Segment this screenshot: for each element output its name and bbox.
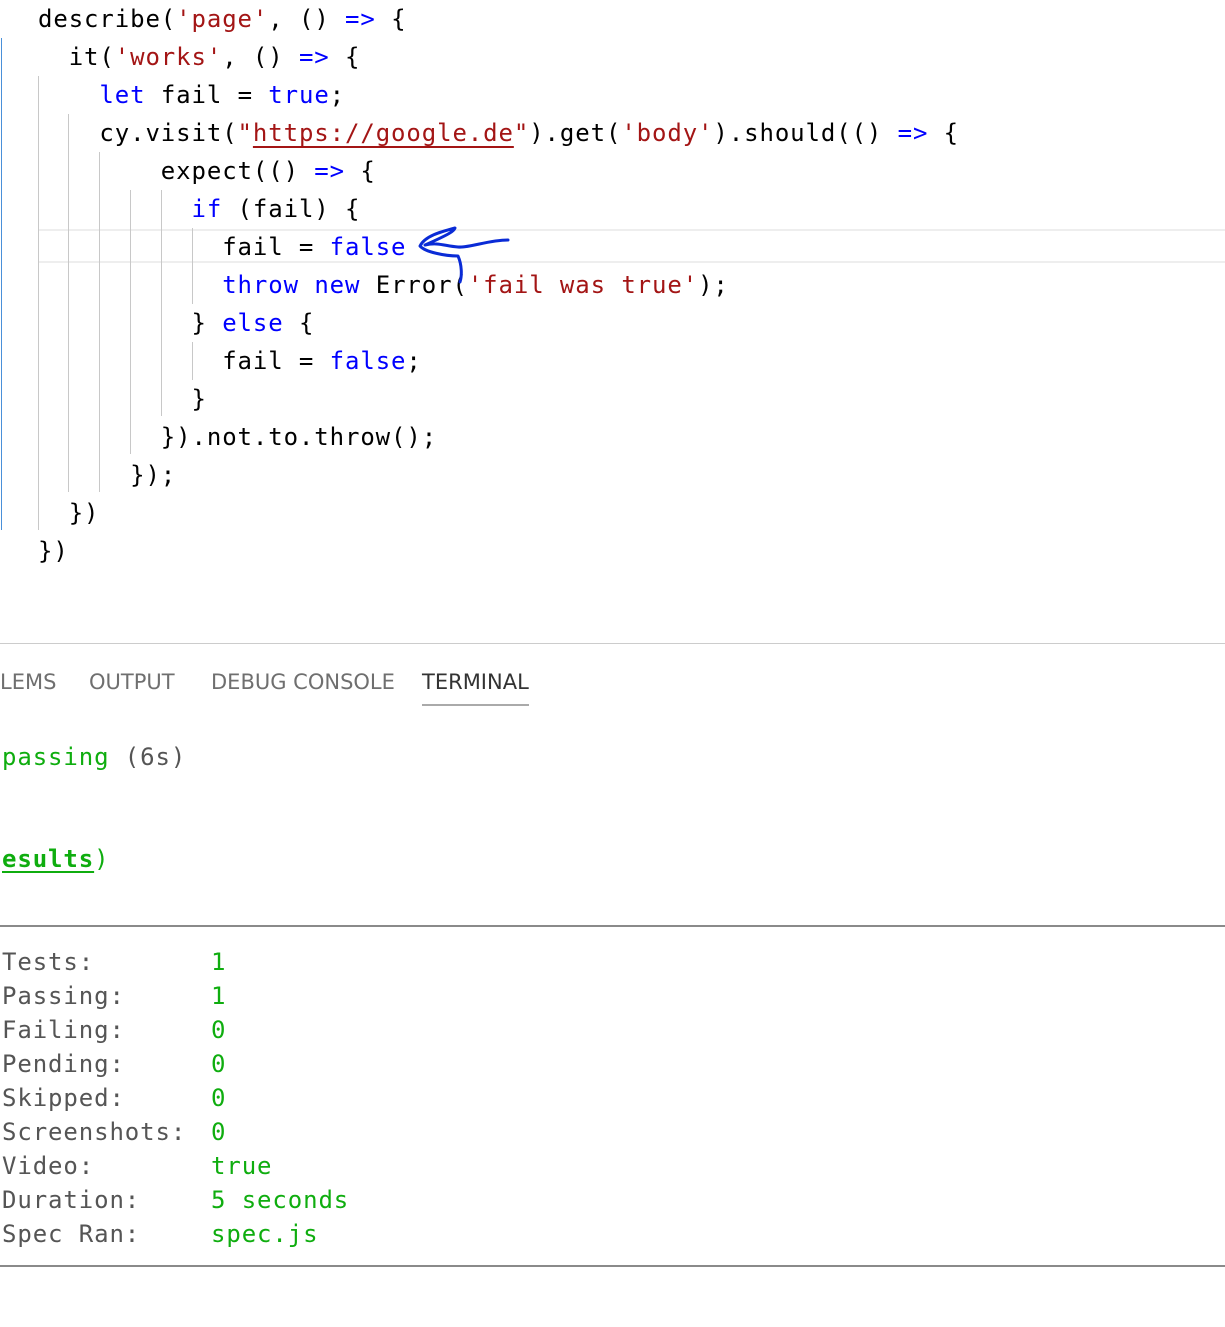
stat-value: 0 (211, 1084, 227, 1112)
code-text: } (38, 385, 207, 413)
code-line: throw new Error('fail was true'); (38, 266, 729, 304)
code-text: , () (268, 5, 346, 33)
tab-terminal[interactable]: TERMINAL (422, 660, 529, 706)
stat-label: Failing: (2, 1016, 125, 1044)
results-link[interactable]: esults (2, 845, 94, 873)
panel-divider (0, 643, 1225, 644)
code-text: ; (329, 81, 346, 109)
code-text: fail = (38, 233, 330, 261)
code-text: }); (38, 461, 177, 489)
code-text: ); (698, 271, 729, 299)
code-keyword: else (222, 309, 284, 337)
results-close-paren: ) (94, 845, 110, 873)
code-text: it( (38, 43, 115, 71)
code-text: fail = (145, 81, 269, 109)
code-text: , () (222, 43, 299, 71)
code-string: 'works' (114, 43, 223, 71)
code-line: }).not.to.throw(); (38, 418, 437, 456)
stat-value: 1 (211, 948, 227, 976)
code-keyword: true (268, 81, 330, 109)
code-line: if (fail) { (38, 190, 360, 228)
terminal-output[interactable]: passing (6s) esults) Tests: 1 Passing: 1 Fai… (0, 730, 1225, 1327)
tab-debug-console[interactable]: DEBUG CONSOLE (211, 660, 395, 704)
code-string: " (237, 119, 253, 147)
code-line: }) (38, 494, 99, 532)
code-line: it('works', () => { (38, 38, 360, 76)
code-text: expect(() (38, 157, 315, 185)
stat-value: spec.js (211, 1220, 319, 1248)
stats-bottom-rule (0, 1265, 1225, 1267)
code-keyword: => (345, 5, 376, 33)
code-text: }).not.to.throw(); (38, 423, 438, 451)
code-keyword: => (314, 157, 345, 185)
code-text: (fail) { (222, 195, 361, 223)
code-keyword: let (99, 81, 146, 109)
results-line: esults) (2, 842, 109, 876)
code-string: 'page' (176, 5, 269, 33)
code-line: cy.visit("https://google.de").get('body'… (38, 114, 959, 152)
stat-label: Pending: (2, 1050, 125, 1078)
stat-value: 0 (211, 1016, 227, 1044)
code-editor[interactable]: describe('page', () => { it('works', () … (0, 0, 1225, 600)
tab-problems[interactable]: LEMS (0, 660, 56, 704)
code-text: { (283, 309, 315, 337)
code-text: }) (38, 537, 69, 565)
stat-label: Skipped: (2, 1084, 125, 1112)
code-line: expect(() => { (38, 152, 376, 190)
stat-value: true (211, 1152, 273, 1180)
code-string: 'body' (621, 119, 714, 147)
code-string: " (513, 119, 530, 147)
code-text: { (375, 5, 407, 33)
code-keyword: => (897, 119, 929, 147)
tab-output[interactable]: OUTPUT (89, 660, 175, 704)
stat-value: 1 (211, 982, 227, 1010)
passing-summary: passing (6s) (2, 740, 186, 774)
stat-label: Passing: (2, 982, 125, 1010)
code-text: } (38, 309, 223, 337)
code-line: } (38, 380, 207, 418)
stat-value: 0 (211, 1050, 227, 1078)
code-keyword: new (314, 271, 361, 299)
code-text: { (345, 157, 376, 185)
code-line: describe('page', () => { (38, 0, 406, 38)
stat-value: 0 (211, 1118, 227, 1146)
code-text: fail = (38, 347, 330, 375)
code-line: } else { (38, 304, 314, 342)
panel-tab-bar: LEMS OUTPUT DEBUG CONSOLE TERMINAL (0, 660, 1225, 710)
stat-label: Video: (2, 1152, 95, 1180)
code-keyword: false (329, 233, 407, 261)
code-text: ).should(() (713, 119, 898, 147)
code-text: cy.visit( (38, 119, 238, 147)
code-keyword: false (329, 347, 407, 375)
code-keyword: => (298, 43, 330, 71)
code-line: fail = false (38, 228, 406, 266)
passing-duration: (6s) (109, 743, 187, 771)
code-text: ; (406, 347, 422, 375)
code-keyword: throw (222, 271, 299, 299)
stats-top-rule (0, 925, 1225, 927)
code-line: }) (38, 532, 69, 570)
code-text: }) (38, 499, 100, 527)
stat-value: 5 seconds (211, 1186, 350, 1214)
stat-label: Spec Ran: (2, 1220, 141, 1248)
code-text: { (928, 119, 960, 147)
code-text: { (329, 43, 361, 71)
code-line: fail = false; (38, 342, 422, 380)
stat-label: Duration: (2, 1186, 141, 1214)
active-indent-guide (1, 38, 2, 530)
code-line: }); (38, 456, 176, 494)
stat-label: Screenshots: (2, 1118, 187, 1146)
passing-label: passing (2, 743, 110, 771)
code-line: let fail = true; (38, 76, 345, 114)
code-string[interactable]: https://google.de (253, 119, 514, 147)
code-text: describe( (38, 5, 177, 33)
arrow-annotation-icon (418, 226, 510, 284)
stat-label: Tests: (2, 948, 95, 976)
code-keyword: if (191, 195, 223, 223)
code-text: ).get( (529, 119, 622, 147)
